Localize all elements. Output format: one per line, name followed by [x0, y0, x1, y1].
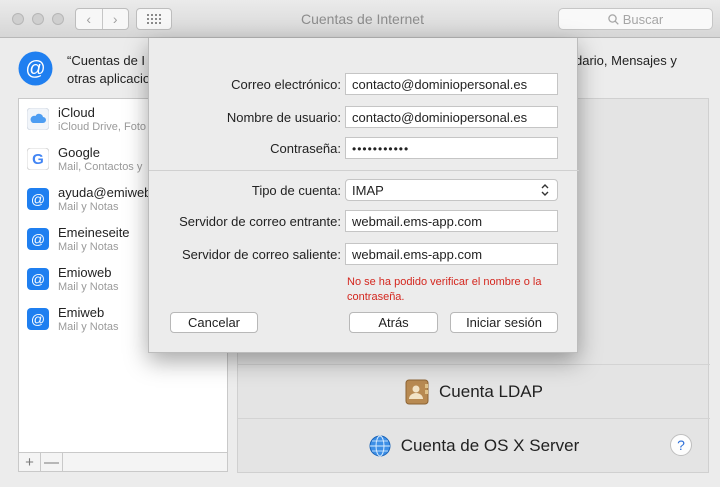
incoming-server-label: Servidor de correo entrante: — [179, 214, 341, 229]
search-placeholder: Buscar — [622, 11, 664, 27]
username-row: Nombre de usuario: contacto@dominioperso… — [149, 106, 579, 128]
username-field[interactable]: contacto@dominiopersonal.es — [345, 106, 558, 128]
error-message: No se ha podido verificar el nombre o la… — [347, 276, 542, 303]
email-field[interactable]: contacto@dominiopersonal.es — [345, 73, 558, 95]
icloud-icon — [27, 108, 49, 130]
address-book-icon — [405, 379, 429, 404]
sign-in-button[interactable]: Iniciar sesión — [450, 312, 558, 333]
title-bar: ‹ › Cuentas de Internet Buscar — [0, 0, 720, 38]
email-label: Correo electrónico: — [231, 77, 341, 92]
account-detail: Mail y Notas — [58, 201, 119, 213]
email-row: Correo electrónico: contacto@dominiopers… — [149, 73, 579, 95]
back-button[interactable]: ‹ — [76, 9, 102, 29]
show-all-button[interactable] — [136, 8, 172, 30]
server-globe-icon — [369, 435, 391, 456]
outgoing-server-field[interactable]: webmail.ems-app.com — [345, 243, 558, 265]
account-detail: Mail y Notas — [58, 281, 119, 293]
account-name: Emeineseite — [58, 225, 130, 240]
provider-ldap-label: Cuenta LDAP — [439, 381, 543, 401]
account-setup-sheet: Correo electrónico: contacto@dominiopers… — [148, 38, 579, 353]
at-icon: @ — [27, 188, 49, 210]
sheet-divider — [149, 170, 579, 171]
account-detail: Mail y Notas — [58, 241, 119, 253]
add-account-button[interactable]: + — [19, 453, 41, 471]
zoom-window-button[interactable] — [52, 13, 64, 25]
forward-button[interactable]: › — [101, 9, 129, 29]
account-type-label: Tipo de cuenta: — [251, 183, 341, 198]
minimize-window-button[interactable] — [32, 13, 44, 25]
username-label: Nombre de usuario: — [226, 110, 341, 125]
account-name: Google — [58, 145, 100, 160]
at-icon: @ — [27, 308, 49, 330]
close-window-button[interactable] — [12, 13, 24, 25]
help-button[interactable]: ? — [670, 434, 692, 456]
password-field[interactable]: ••••••••••• — [345, 137, 558, 159]
svg-text:@: @ — [31, 311, 45, 327]
provider-ldap[interactable]: Cuenta LDAP — [238, 364, 710, 418]
search-icon — [608, 13, 619, 25]
svg-text:@: @ — [25, 58, 45, 80]
account-type-select[interactable]: IMAP — [345, 179, 558, 201]
internet-accounts-icon: @ — [18, 51, 53, 86]
incoming-server-field[interactable]: webmail.ems-app.com — [345, 210, 558, 232]
svg-text:G: G — [32, 151, 44, 168]
header-text-right: dario, Mensajes y — [575, 53, 677, 68]
google-icon: G — [27, 148, 49, 170]
cancel-button[interactable]: Cancelar — [170, 312, 258, 333]
account-name: Emiweb — [58, 305, 105, 320]
header-text-line2: otras aplicacio — [67, 71, 151, 86]
svg-text:@: @ — [31, 191, 45, 207]
account-name: Emioweb — [58, 265, 112, 280]
account-name: iCloud — [58, 105, 95, 120]
password-label: Contraseña: — [270, 141, 341, 156]
grid-icon — [147, 14, 161, 24]
svg-text:@: @ — [31, 271, 45, 287]
account-detail: Mail, Contactos y — [58, 161, 143, 173]
password-row: Contraseña: ••••••••••• — [149, 137, 579, 159]
outgoing-server-row: Servidor de correo saliente: webmail.ems… — [149, 243, 579, 265]
svg-text:@: @ — [31, 231, 45, 247]
outgoing-server-label: Servidor de correo saliente: — [182, 247, 341, 262]
search-input[interactable]: Buscar — [558, 8, 713, 30]
account-detail: iCloud Drive, Foto — [58, 121, 147, 133]
nav-buttons: ‹ › — [75, 8, 129, 30]
list-footer: + — — [18, 452, 228, 472]
at-icon: @ — [27, 268, 49, 290]
header-text-left: “Cuentas de I — [67, 53, 146, 68]
remove-account-button[interactable]: — — [41, 453, 63, 471]
provider-osx-server-label: Cuenta de OS X Server — [400, 435, 580, 455]
account-type-row: Tipo de cuenta: IMAP — [149, 179, 579, 201]
at-icon: @ — [27, 228, 49, 250]
chevron-left-icon: ‹ — [86, 11, 92, 27]
account-detail: Mail y Notas — [58, 321, 119, 333]
window-title: Cuentas de Internet — [301, 11, 424, 27]
provider-osx-server[interactable]: Cuenta de OS X Server — [238, 418, 710, 472]
chevron-right-icon: › — [112, 11, 118, 27]
account-name: ayuda@emiweb — [58, 185, 152, 200]
incoming-server-row: Servidor de correo entrante: webmail.ems… — [149, 210, 579, 232]
back-button-sheet[interactable]: Atrás — [349, 312, 438, 333]
